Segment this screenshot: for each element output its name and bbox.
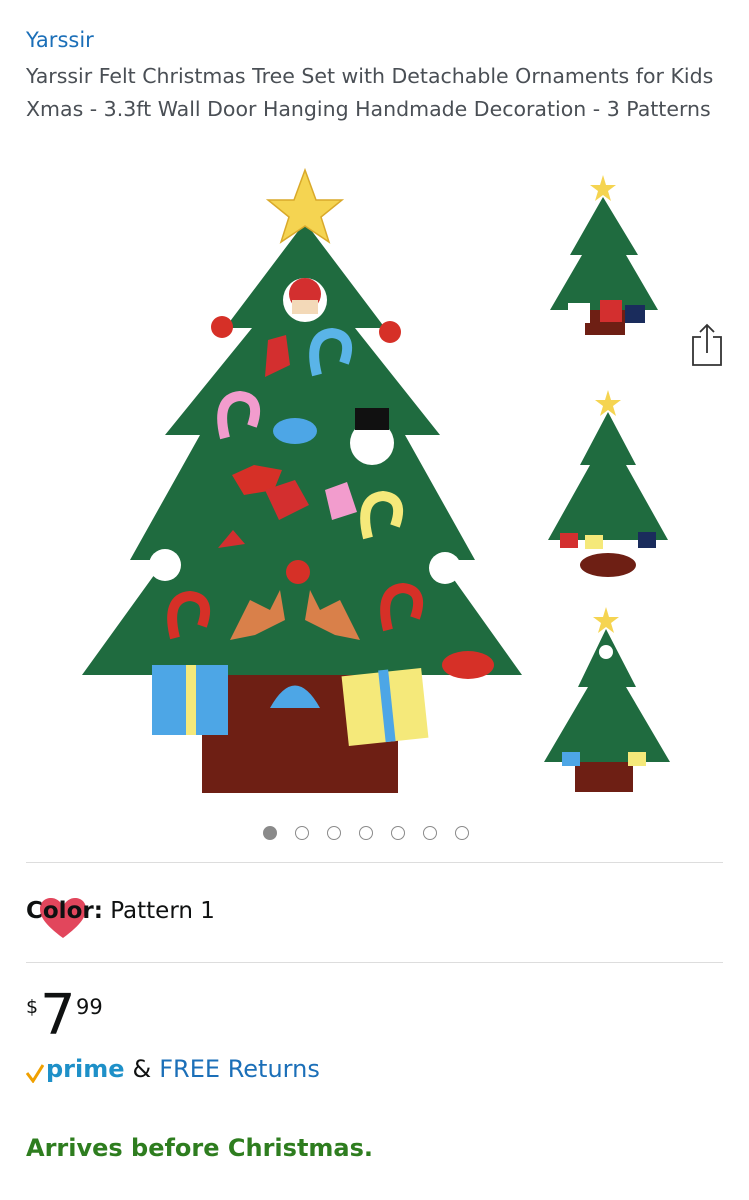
free-returns-link[interactable]: FREE Returns — [159, 1055, 320, 1083]
main-tree-image — [82, 167, 522, 793]
thumbnail-1 — [550, 175, 658, 335]
divider — [26, 862, 723, 863]
prime-check-icon — [26, 1064, 44, 1083]
thumbnail-3 — [544, 607, 670, 792]
pagination-dot[interactable] — [423, 826, 437, 840]
brand-link[interactable]: Yarssir — [26, 28, 94, 52]
price-whole: 7 — [40, 983, 76, 1048]
share-icon[interactable] — [690, 323, 724, 367]
divider — [26, 962, 723, 963]
prime-label: prime — [46, 1055, 125, 1083]
pagination-dot[interactable] — [359, 826, 373, 840]
thumbnail-2 — [548, 390, 668, 577]
color-value: Pattern 1 — [110, 898, 215, 924]
color-label: Color: — [26, 898, 103, 924]
color-selector[interactable]: Color: Pattern 1 — [26, 898, 215, 924]
pagination-dot[interactable] — [391, 826, 405, 840]
pagination-dot[interactable] — [455, 826, 469, 840]
pagination-dot[interactable] — [263, 826, 277, 840]
delivery-message: Arrives before Christmas. — [26, 1134, 374, 1162]
image-pagination — [263, 826, 469, 840]
product-title: Yarssir Felt Christmas Tree Set with Det… — [26, 64, 714, 121]
ampersand: & — [132, 1055, 152, 1083]
prime-logo: prime — [26, 1055, 125, 1083]
pagination-dot[interactable] — [295, 826, 309, 840]
shipping-row: prime & FREE Returns — [26, 1055, 320, 1083]
product-image — [82, 167, 670, 793]
pagination-dot[interactable] — [327, 826, 341, 840]
product-image-gallery[interactable] — [0, 160, 749, 938]
price-symbol: $ — [26, 996, 39, 1018]
price-fraction: 99 — [76, 995, 103, 1019]
